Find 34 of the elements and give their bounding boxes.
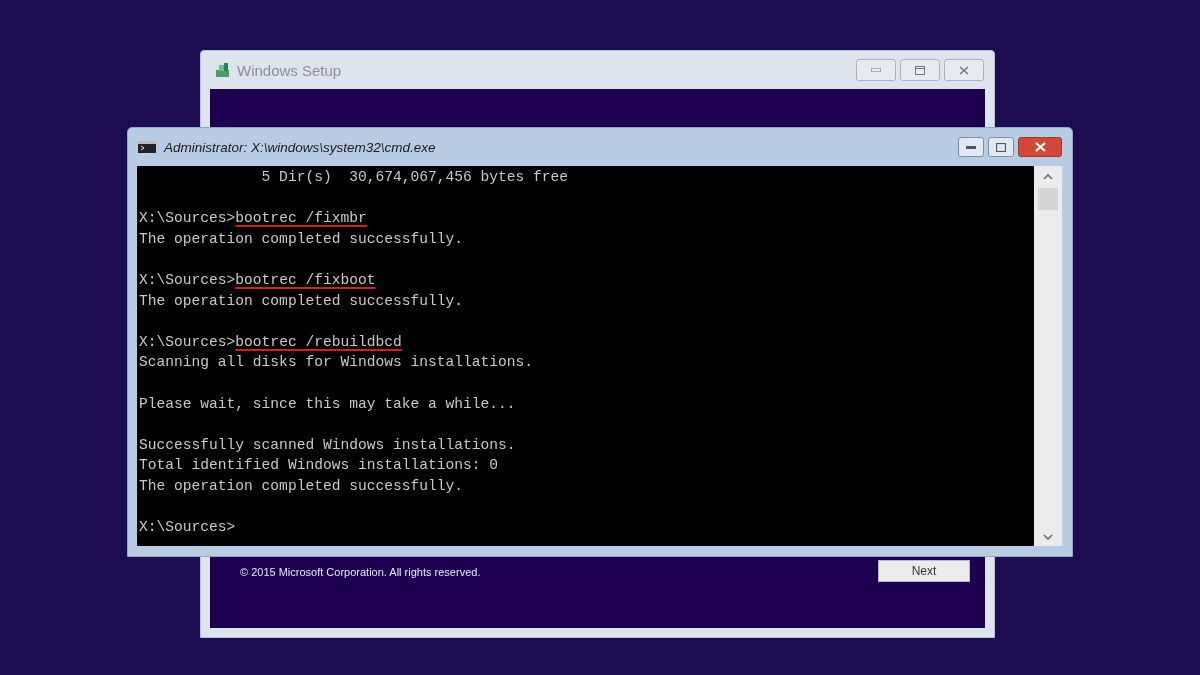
maximize-button[interactable] bbox=[900, 59, 940, 81]
copyright-text: © 2015 Microsoft Corporation. All rights reserved. bbox=[240, 566, 481, 578]
command-text: bootrec /rebuildbcd bbox=[235, 332, 402, 351]
scroll-up-icon[interactable] bbox=[1043, 174, 1053, 180]
console-line: Successfully scanned Windows installations. bbox=[139, 435, 517, 455]
window-title: Administrator: X:\windows\system32\cmd.exe bbox=[164, 139, 437, 155]
console-line: Total identified Windows installations: 0 bbox=[139, 456, 500, 476]
minimize-button[interactable] bbox=[958, 137, 984, 157]
console-icon bbox=[138, 141, 156, 153]
console-line: The operation completed successfully. bbox=[139, 229, 465, 249]
window-title: Windows Setup bbox=[237, 61, 343, 79]
maximize-icon bbox=[915, 65, 925, 75]
prompt-text: X:\Sources> bbox=[139, 270, 236, 289]
maximize-button[interactable] bbox=[988, 137, 1014, 157]
console-line: The operation completed successfully. bbox=[139, 291, 465, 311]
console-line: Scanning all disks for Windows installations. bbox=[139, 353, 535, 373]
minimize-icon bbox=[871, 68, 881, 72]
scroll-down-icon[interactable] bbox=[1043, 534, 1053, 540]
next-button[interactable]: Next bbox=[878, 560, 970, 582]
scrollbar[interactable] bbox=[1034, 166, 1062, 546]
minimize-icon bbox=[966, 145, 976, 149]
command-text: bootrec /fixmbr bbox=[235, 209, 367, 228]
close-button[interactable] bbox=[1018, 137, 1062, 157]
prompt-text: X:\Sources> bbox=[139, 209, 236, 228]
close-icon bbox=[959, 65, 969, 75]
console-line: 5 Dir(s) 30,674,067,456 bytes free bbox=[260, 168, 570, 187]
close-icon bbox=[1034, 142, 1046, 152]
prompt-text: X:\Sources> bbox=[139, 332, 236, 351]
maximize-icon bbox=[996, 142, 1006, 152]
prompt-text: X:\Sources> bbox=[139, 518, 236, 537]
console-line: Please wait, since this may take a while... bbox=[139, 394, 517, 414]
command-text: bootrec /fixboot bbox=[235, 270, 376, 289]
console-line: The operation completed successfully. bbox=[139, 476, 465, 496]
setup-icon bbox=[215, 62, 231, 78]
